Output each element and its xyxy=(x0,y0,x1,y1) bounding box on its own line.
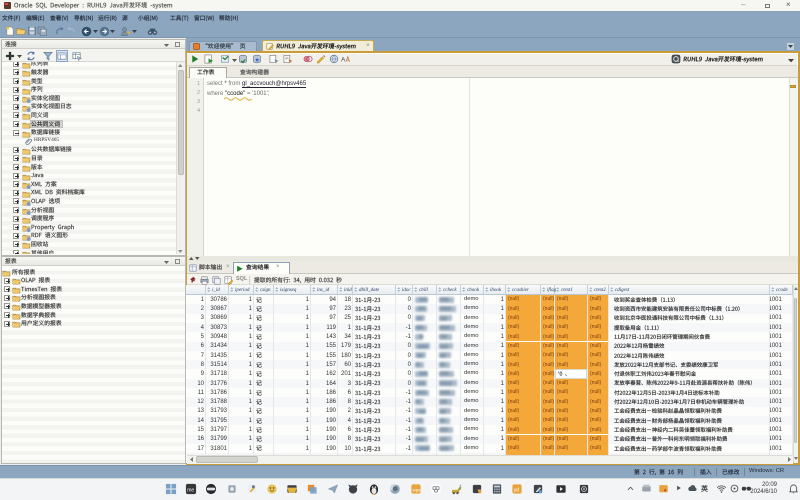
svg-text:me: me xyxy=(187,487,194,493)
svg-text:A: A xyxy=(341,56,346,63)
svg-text:yd: yd xyxy=(514,487,520,493)
svg-text:wps: wps xyxy=(412,487,421,492)
